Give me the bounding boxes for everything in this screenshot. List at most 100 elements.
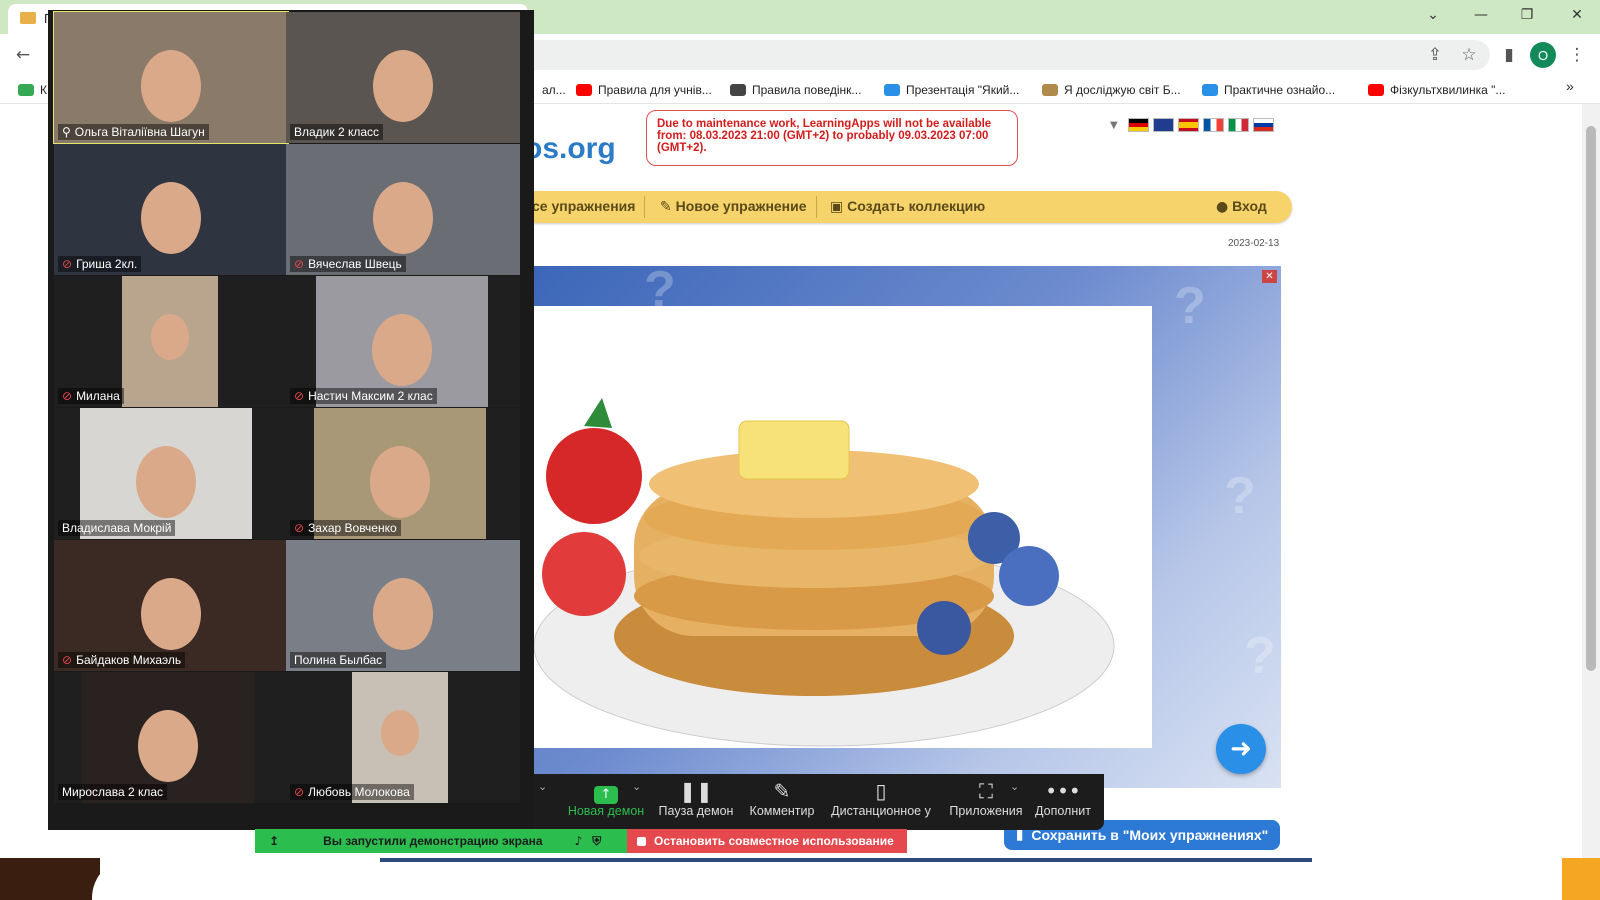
language-selector[interactable]: ▼ bbox=[1110, 118, 1274, 132]
youtube-icon bbox=[576, 84, 592, 96]
close-window-button[interactable]: ✕ bbox=[1554, 0, 1600, 30]
minimize-button[interactable]: — bbox=[1458, 0, 1504, 30]
document-icon bbox=[730, 84, 746, 96]
participant-name-tag: ⊘ Байдаков Михаэль bbox=[58, 652, 186, 668]
participant-tile[interactable]: Мирослава 2 клас bbox=[54, 672, 288, 803]
apps-label: Приложения bbox=[949, 804, 1023, 818]
collection-icon: ▣ bbox=[830, 199, 844, 215]
snowflake-icon bbox=[884, 84, 900, 96]
participant-face bbox=[370, 446, 430, 518]
participant-tile[interactable]: ⊘ Милана bbox=[54, 276, 288, 407]
back-arrow-icon[interactable]: ← bbox=[8, 40, 38, 70]
scrollbar-thumb[interactable] bbox=[1586, 126, 1596, 671]
nav-create-collection[interactable]: ▣ Создать коллекцию bbox=[830, 198, 985, 215]
nav-divider bbox=[644, 196, 645, 218]
participant-tile[interactable]: ⊘ Любовь Молокова bbox=[286, 672, 520, 803]
participant-video bbox=[122, 276, 218, 407]
chevron-down-icon[interactable]: ⌄ bbox=[632, 780, 641, 793]
more-button[interactable]: ••• Дополнит bbox=[1018, 778, 1108, 818]
taskbar-left bbox=[0, 858, 100, 900]
participant-face bbox=[150, 314, 190, 361]
remote-control-button[interactable]: ▯ Дистанционное у bbox=[826, 778, 936, 818]
fullscreen-icon[interactable]: ✕ bbox=[1262, 270, 1277, 283]
pause-share-button[interactable]: ❚❚ Пауза демон bbox=[648, 778, 744, 818]
participant-face bbox=[373, 50, 433, 122]
participant-face bbox=[372, 314, 432, 386]
participant-name: Захар Вовченко bbox=[308, 521, 397, 535]
snowflake-icon bbox=[1202, 84, 1218, 96]
bookmark-item[interactable]: Презентація "Який... bbox=[884, 80, 1019, 100]
pin-icon: ⚲ bbox=[62, 125, 71, 139]
nav-login[interactable]: ● Вход bbox=[1216, 198, 1267, 215]
dropdown-caret-icon[interactable]: ▼ bbox=[1110, 120, 1118, 131]
bookmark-item[interactable]: Я досліджую світ Б... bbox=[1042, 80, 1181, 100]
participant-tile[interactable]: ⊘ Байдаков Михаэль bbox=[54, 540, 288, 671]
participant-name-tag: Мирослава 2 клас bbox=[58, 784, 168, 800]
chevron-down-icon[interactable]: ⌄ bbox=[538, 780, 547, 793]
participant-name: Вячеслав Швець bbox=[308, 257, 402, 271]
participant-face bbox=[141, 182, 201, 254]
participant-tile[interactable]: ⊘ Захар Вовченко bbox=[286, 408, 520, 539]
share-icon[interactable]: ⇪ bbox=[1420, 40, 1450, 70]
participant-tile[interactable]: ⊘ Настич Максим 2 клас bbox=[286, 276, 520, 407]
more-bookmarks-button[interactable]: » bbox=[1566, 78, 1574, 94]
participant-tile[interactable]: Владислава Мокрій bbox=[54, 408, 288, 539]
tab-search-button[interactable]: ⌄ bbox=[1410, 0, 1456, 30]
participant-name: Любовь Молокова bbox=[308, 785, 410, 799]
stop-share-label: Остановить совместное использование bbox=[654, 834, 894, 848]
bookmark-item[interactable]: К bbox=[18, 80, 47, 100]
participant-tile[interactable]: ⚲ Ольга Віталіївна Шагун bbox=[53, 11, 289, 144]
nav-login-label: Вход bbox=[1232, 198, 1267, 214]
bookmark-star-icon[interactable]: ☆ bbox=[1454, 40, 1484, 70]
flag-de-icon[interactable] bbox=[1127, 118, 1149, 132]
bookmark-label: Правила поведінк... bbox=[752, 83, 862, 97]
nav-all-exercises[interactable]: се упражнения bbox=[532, 198, 635, 214]
participant-face bbox=[141, 50, 201, 122]
bookmark-label: Правила для учнів... bbox=[598, 83, 712, 97]
participant-tile[interactable]: Владик 2 класс bbox=[286, 12, 520, 143]
bookmark-item[interactable]: Практичне ознайо... bbox=[1202, 80, 1335, 100]
flag-gb-icon[interactable] bbox=[1152, 118, 1174, 132]
participant-face bbox=[373, 578, 433, 650]
restore-button[interactable]: ❐ bbox=[1504, 0, 1550, 30]
muted-mic-icon: ⊘ bbox=[294, 389, 305, 403]
kebab-menu-icon[interactable]: ⋮ bbox=[1562, 40, 1592, 70]
participant-name-tag: ⊘ Милана bbox=[58, 388, 124, 404]
next-arrow-button[interactable]: ➜ bbox=[1216, 724, 1266, 774]
muted-mic-icon: ⊘ bbox=[294, 785, 305, 799]
exercise-date: 2023-02-13 bbox=[1228, 238, 1280, 249]
flag-it-icon[interactable] bbox=[1227, 118, 1249, 132]
muted-mic-icon: ⊘ bbox=[62, 389, 73, 403]
participant-tile[interactable]: ⊘ Гриша 2кл. bbox=[54, 144, 288, 275]
pause-icon: ❚❚ bbox=[679, 779, 713, 803]
share-status-label: Вы запустили демонстрацию экрана bbox=[323, 834, 543, 848]
profile-avatar[interactable]: O bbox=[1530, 42, 1556, 68]
participant-tile[interactable]: ⊘ Вячеслав Швець bbox=[286, 144, 520, 275]
stop-icon bbox=[637, 836, 646, 846]
maintenance-notice: Due to maintenance work, LearningApps wi… bbox=[646, 110, 1018, 166]
question-mark-icon: ? bbox=[1174, 277, 1206, 335]
muted-mic-icon: ⊘ bbox=[294, 257, 305, 271]
share-status-banner[interactable]: ↥ Вы запустили демонстрацию экрана ♪ ⛨ bbox=[255, 829, 627, 853]
participant-name: Настич Максим 2 клас bbox=[308, 389, 433, 403]
bookmark-item[interactable]: Фізкультхвилинка "... bbox=[1368, 80, 1505, 100]
address-bar[interactable] bbox=[520, 40, 1490, 70]
speaker-icon[interactable]: ♪ bbox=[575, 834, 583, 848]
bookmark-item[interactable]: Правила для учнів... bbox=[576, 80, 712, 100]
participant-name: Байдаков Михаэль bbox=[76, 653, 182, 667]
participant-name-tag: ⚲ Ольга Віталіївна Шагун bbox=[58, 124, 209, 140]
stop-share-button[interactable]: Остановить совместное использование bbox=[627, 829, 907, 853]
participant-tile[interactable]: Полина Былбас bbox=[286, 540, 520, 671]
flag-ru-icon[interactable] bbox=[1252, 118, 1274, 132]
pencil-icon: ✎ bbox=[660, 199, 672, 215]
site-logo[interactable]: os.org bbox=[524, 132, 616, 166]
nav-new-exercise[interactable]: ✎ Новое упражнение bbox=[660, 198, 807, 215]
annotate-label: Комментир bbox=[749, 804, 815, 818]
bookmark-item[interactable]: Правила поведінк... bbox=[730, 80, 861, 100]
side-panel-icon[interactable]: ▮ bbox=[1494, 40, 1524, 70]
annotate-button[interactable]: ✎ Комментир bbox=[734, 778, 830, 818]
book-icon bbox=[1042, 84, 1058, 96]
shield-icon[interactable]: ⛨ bbox=[592, 834, 601, 849]
flag-es-icon[interactable] bbox=[1177, 118, 1199, 132]
flag-fr-icon[interactable] bbox=[1202, 118, 1224, 132]
